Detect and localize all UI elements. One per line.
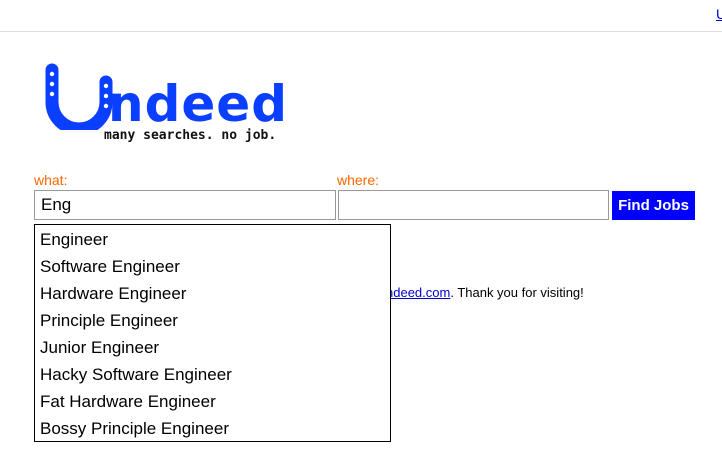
suggestion-item[interactable]: Principle Engineer [35, 307, 390, 334]
top-bar: U [0, 0, 722, 32]
top-nav-link[interactable]: U [716, 6, 722, 22]
find-jobs-button[interactable]: Find Jobs [612, 191, 695, 220]
suggestion-item[interactable]: Hardware Engineer [35, 280, 390, 307]
logo-brand-text: ndeed [108, 75, 288, 133]
suggestion-item[interactable]: Junior Engineer [35, 334, 390, 361]
autocomplete-dropdown: Engineer Software Engineer Hardware Engi… [34, 224, 391, 442]
suggestion-item[interactable]: Hacky Software Engineer [35, 361, 390, 388]
what-search-input[interactable] [34, 190, 336, 220]
suggestion-item[interactable]: Fat Hardware Engineer [35, 388, 390, 415]
welcome-message-suffix: . Thank you for visiting! [450, 285, 584, 300]
what-label: what: [34, 172, 68, 188]
brand-logo[interactable]: ndeed many searches. no job. [44, 62, 287, 148]
horseshoe-u-icon [45, 63, 113, 130]
where-label: where: [337, 172, 380, 188]
suggestion-item[interactable]: Engineer [35, 226, 390, 253]
welcome-message: ndeed.com. Thank you for visiting! [386, 285, 584, 300]
logo-wordmark: ndeed [44, 62, 288, 130]
where-search-input[interactable] [338, 190, 609, 220]
suggestion-item[interactable]: Bossy Principle Engineer [35, 415, 390, 442]
logo-tagline: many searches. no job. [104, 128, 277, 143]
site-link[interactable]: ndeed.com [386, 285, 450, 300]
suggestion-item[interactable]: Software Engineer [35, 253, 390, 280]
